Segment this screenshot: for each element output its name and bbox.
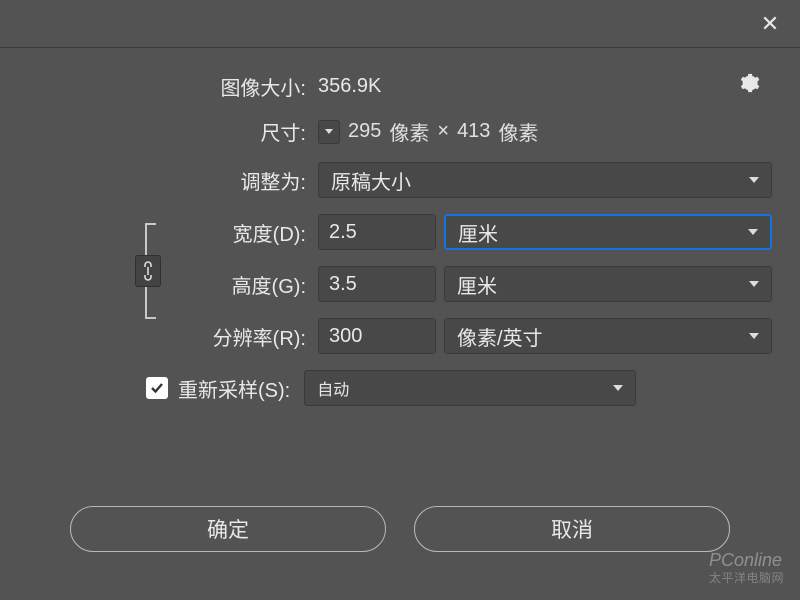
height-unit-select[interactable]: 厘米 <box>444 266 772 302</box>
chevron-down-icon <box>748 229 758 235</box>
resolution-unit-select[interactable]: 像素/英寸 <box>444 318 772 354</box>
chevron-down-icon <box>613 385 623 391</box>
watermark-sub: 太平洋电脑网 <box>709 569 784 586</box>
gear-icon <box>738 72 760 94</box>
dim-height-unit: 像素 <box>498 117 538 146</box>
dim-width-unit: 像素 <box>389 117 429 146</box>
constrain-proportions-toggle[interactable] <box>135 255 161 287</box>
width-unit-select[interactable]: 厘米 <box>444 214 772 250</box>
ok-button-label: 确定 <box>207 514 249 544</box>
resolution-label: 分辨率(R): <box>28 322 318 351</box>
dim-height-value: 413 <box>457 120 490 143</box>
width-unit-value: 厘米 <box>458 218 498 247</box>
dim-times: × <box>437 120 449 143</box>
close-button[interactable]: ✕ <box>750 4 790 44</box>
resolution-unit-value: 像素/英寸 <box>457 322 543 351</box>
dimensions-label: 尺寸: <box>28 117 318 146</box>
image-size-value: 356.9K <box>318 75 381 98</box>
height-unit-value: 厘米 <box>457 270 497 299</box>
image-size-label: 图像大小: <box>28 72 318 101</box>
height-input[interactable] <box>318 266 436 302</box>
watermark-main: PConline <box>709 550 782 570</box>
fit-to-label: 调整为: <box>28 166 318 195</box>
settings-gear-button[interactable] <box>738 72 760 99</box>
height-label: 高度(G): <box>28 270 318 299</box>
watermark: PConline 太平洋电脑网 <box>709 550 784 586</box>
width-label: 宽度(D): <box>28 218 318 247</box>
resolution-input[interactable] <box>318 318 436 354</box>
cancel-button-label: 取消 <box>551 514 593 544</box>
resample-method-value: 自动 <box>317 376 349 400</box>
cancel-button[interactable]: 取消 <box>414 506 730 552</box>
dim-width-value: 295 <box>348 120 381 143</box>
ok-button[interactable]: 确定 <box>70 506 386 552</box>
close-icon: ✕ <box>761 11 779 37</box>
dimensions-unit-dropdown[interactable] <box>318 120 340 144</box>
check-icon <box>149 380 165 396</box>
resample-checkbox[interactable] <box>146 377 168 399</box>
chevron-down-icon <box>749 281 759 287</box>
fit-to-value: 原稿大小 <box>331 166 411 195</box>
resample-label: 重新采样(S): <box>178 374 290 403</box>
fit-to-select[interactable]: 原稿大小 <box>318 162 772 198</box>
chevron-down-icon <box>749 177 759 183</box>
link-icon <box>141 261 155 281</box>
width-input[interactable] <box>318 214 436 250</box>
resample-method-select[interactable]: 自动 <box>304 370 636 406</box>
chevron-down-icon <box>749 333 759 339</box>
